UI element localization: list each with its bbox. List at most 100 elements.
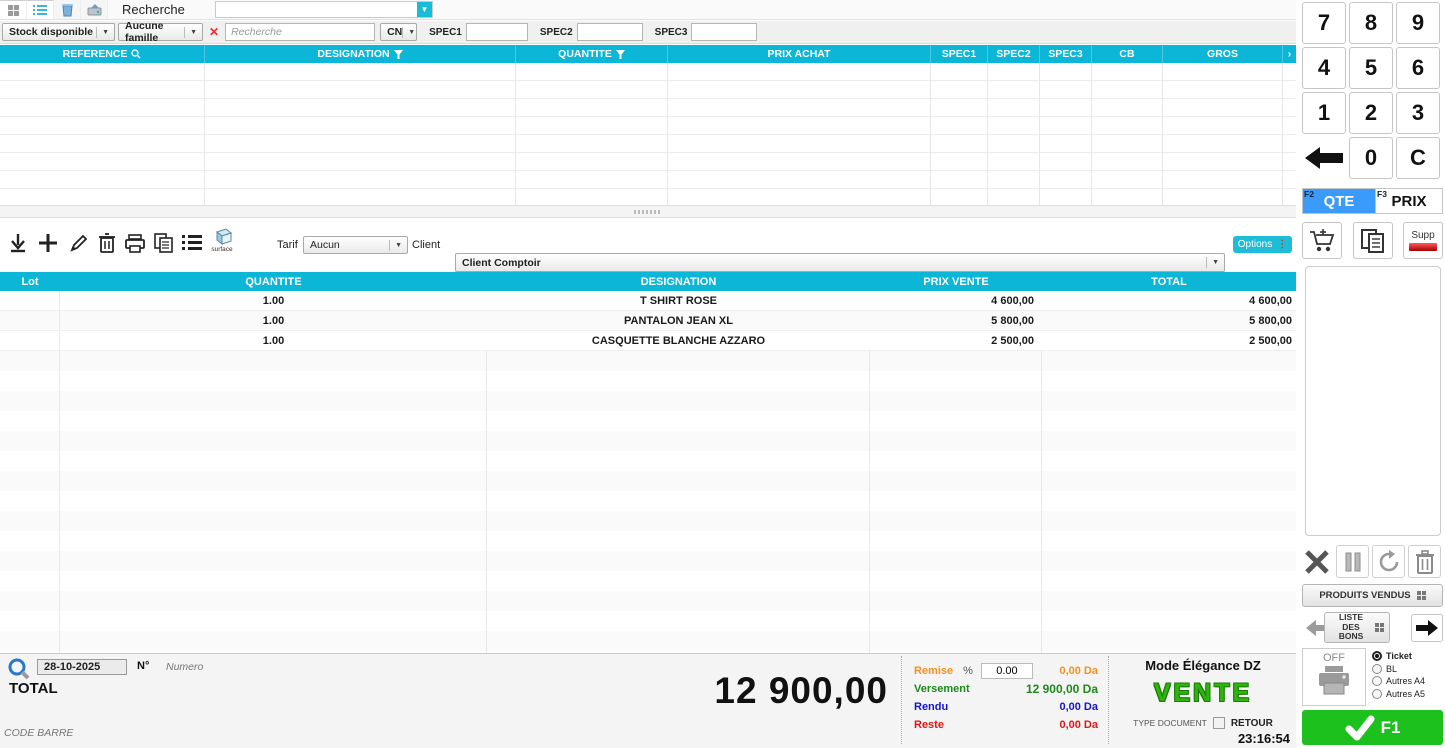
reste-label: Reste [914, 719, 944, 731]
radio-autres-a5[interactable]: Autres A5 [1372, 688, 1425, 701]
key-9[interactable]: 9 [1396, 2, 1440, 44]
column-header-total[interactable]: TOTAL [1042, 272, 1296, 291]
print-button[interactable] [123, 230, 147, 256]
clear-ticket-button[interactable] [1408, 545, 1441, 578]
backspace-icon [1304, 145, 1344, 171]
column-header-spec2[interactable]: SPEC2 [988, 45, 1040, 63]
stock-filter-dropdown[interactable]: Stock disponible ▼ [2, 23, 115, 41]
column-header-lot[interactable]: Lot [0, 272, 60, 291]
scroll-right-icon[interactable]: › [1283, 45, 1296, 63]
f3-label: F3 [1377, 189, 1387, 199]
key-8[interactable]: 8 [1349, 2, 1393, 44]
chevron-down-icon: ▼ [417, 2, 432, 17]
column-header-quantite[interactable]: QUANTITE [60, 272, 487, 291]
quick-search-combo[interactable]: ▼ [215, 1, 433, 18]
liste-des-bons-button[interactable]: LISTE DES BONS [1324, 612, 1390, 643]
duplicate-button[interactable] [151, 230, 175, 256]
import-button[interactable] [6, 230, 30, 256]
client-dropdown[interactable]: Client Comptoir ▼ [455, 253, 1225, 272]
clear-filter-icon[interactable]: ✕ [209, 25, 219, 39]
supp-button[interactable]: Supp [1403, 222, 1443, 259]
key-7[interactable]: 7 [1302, 2, 1346, 44]
remise-value: 0,00 Da [1059, 665, 1098, 677]
bons-navigation: LISTE DES BONS [1300, 612, 1445, 644]
column-header-gros[interactable]: GROS [1163, 45, 1283, 63]
table-row[interactable]: 1.00 CASQUETTE BLANCHE AZZARO 2 500,00 2… [0, 331, 1296, 351]
key-5[interactable]: 5 [1349, 47, 1393, 89]
surface-button[interactable]: surface [210, 227, 234, 253]
grid-icon [7, 4, 20, 17]
stock-filter-label: Stock disponible [9, 26, 93, 38]
numero-input[interactable] [166, 658, 286, 675]
options-button[interactable]: Options ⋮ [1233, 236, 1292, 253]
remise-input[interactable] [981, 663, 1033, 679]
held-tickets-panel[interactable] [1305, 266, 1441, 536]
table-row[interactable]: 1.00 PANTALON JEAN XL 5 800,00 5 800,00 [0, 311, 1296, 331]
list-lines-button[interactable] [180, 230, 204, 256]
produits-vendus-button[interactable]: PRODUITS VENDUS [1302, 584, 1443, 607]
edit-line-button[interactable] [67, 230, 91, 256]
column-header-prix-achat[interactable]: PRIX ACHAT [668, 45, 931, 63]
search-document-icon[interactable] [7, 657, 31, 681]
product-search-input[interactable] [225, 23, 375, 41]
drive-button[interactable] [81, 0, 108, 19]
backspace-key[interactable] [1302, 137, 1346, 179]
table-row[interactable]: 1.00 T SHIRT ROSE 4 600,00 4 600,00 [0, 291, 1296, 311]
panel-splitter[interactable] [0, 205, 1296, 218]
key-4[interactable]: 4 [1302, 47, 1346, 89]
tarif-dropdown[interactable]: Aucun ▼ [303, 236, 408, 254]
copy-document-button[interactable] [1353, 222, 1393, 259]
refresh-button[interactable] [1372, 545, 1405, 578]
delete-line-button[interactable] [95, 230, 119, 256]
f2-label: F2 [1304, 189, 1314, 199]
cancel-button[interactable] [1300, 545, 1333, 578]
key-6[interactable]: 6 [1396, 47, 1440, 89]
products-table-body[interactable] [0, 63, 1296, 205]
grid-view-button[interactable] [0, 0, 27, 19]
column-header-designation[interactable]: DESIGNATION [205, 45, 516, 63]
cn-dropdown[interactable]: CN ▼ [380, 23, 417, 41]
family-filter-dropdown[interactable]: Aucune famille ▼ [118, 23, 203, 41]
download-icon [9, 233, 27, 253]
pos-app: Recherche ▼ Stock disponible ▼ Aucune fa… [0, 0, 1445, 748]
chevron-down-icon: ▼ [389, 240, 404, 251]
spec2-input[interactable] [577, 23, 643, 41]
versement-value: 12 900,00 Da [1026, 682, 1098, 696]
column-header-reference[interactable]: REFERENCE [0, 45, 205, 63]
hold-button[interactable] [1336, 545, 1369, 578]
column-header-spec3[interactable]: SPEC3 [1040, 45, 1092, 63]
printer-icon [125, 234, 145, 253]
radio-autres-a4[interactable]: Autres A4 [1372, 675, 1425, 688]
date-input[interactable] [37, 659, 127, 675]
key-clear[interactable]: C [1396, 137, 1440, 179]
client-label: Client [412, 239, 440, 251]
column-header-prix-vente[interactable]: PRIX VENTE [870, 272, 1042, 291]
spec3-input[interactable] [691, 23, 757, 41]
key-1[interactable]: 1 [1302, 92, 1346, 134]
recycle-bin-button[interactable] [54, 0, 81, 19]
next-bon-button[interactable] [1411, 614, 1443, 642]
column-header-cb[interactable]: CB [1092, 45, 1163, 63]
printer-toggle-button[interactable]: OFF [1302, 648, 1366, 706]
list-view-button[interactable] [27, 0, 54, 19]
refresh-icon [1377, 550, 1401, 574]
key-2[interactable]: 2 [1349, 92, 1393, 134]
prix-button[interactable]: F3 PRIX [1375, 189, 1442, 213]
radio-bl[interactable]: BL [1372, 663, 1425, 676]
column-header-designation[interactable]: DESIGNATION [487, 272, 870, 291]
add-to-cart-button[interactable] [1302, 222, 1342, 259]
retour-checkbox[interactable] [1213, 717, 1225, 729]
add-line-button[interactable] [36, 230, 60, 256]
radio-off-icon [1372, 689, 1382, 699]
column-header-quantite[interactable]: QUANTITE [516, 45, 668, 63]
key-0[interactable]: 0 [1349, 137, 1393, 179]
barcode-input[interactable] [4, 724, 864, 742]
spec1-input[interactable] [466, 23, 528, 41]
chevron-down-icon: ▼ [1206, 257, 1221, 268]
store-name: Mode Élégance DZ [1112, 658, 1294, 673]
key-3[interactable]: 3 [1396, 92, 1440, 134]
validate-f1-button[interactable]: F1 [1302, 710, 1443, 745]
radio-ticket[interactable]: Ticket [1372, 650, 1425, 663]
column-header-spec1[interactable]: SPEC1 [931, 45, 988, 63]
qte-button[interactable]: F2 QTE [1303, 189, 1375, 213]
